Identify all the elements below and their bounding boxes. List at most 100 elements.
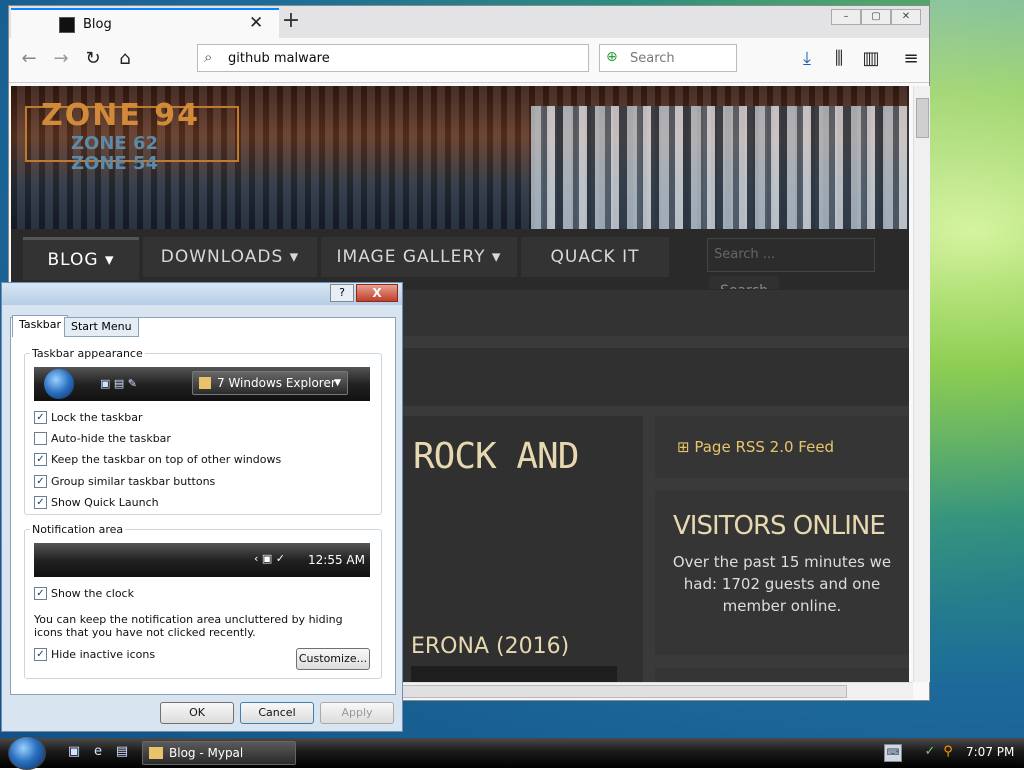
notification-preview: ‹ ▣ ✓ 12:55 AM [34, 543, 370, 577]
start-button[interactable] [8, 736, 46, 770]
library-icon[interactable]: ⫼ [827, 48, 851, 70]
rss-link-label: Page RSS 2.0 Feed [694, 438, 835, 456]
sidebar-icon[interactable]: ▥ [859, 48, 883, 70]
browser-search-box[interactable]: ⊕ Search [599, 44, 737, 72]
menu-icon[interactable]: ≡ [899, 48, 923, 70]
checkbox-label: Lock the taskbar [51, 411, 143, 424]
site-favicon-icon [59, 17, 75, 33]
show-clock-checkbox[interactable]: ✓ Show the clock [34, 586, 134, 601]
city-skyline-image [531, 106, 909, 229]
dropdown-arrow-icon: ▾ [104, 250, 115, 270]
checkbox-box: ✓ [34, 410, 47, 424]
checkbox-label: Show Quick Launch [51, 496, 159, 509]
tab-blog[interactable]: Blog ✕ [11, 8, 279, 38]
reload-icon[interactable]: ↻ [81, 48, 105, 70]
logo-sub-line-1: ZONE 62 [71, 133, 159, 154]
customize-button[interactable]: Customize... [296, 648, 370, 670]
taskbar-appearance-title: Taskbar appearance [30, 347, 145, 360]
site-logo-sub: ZONE 62 ZONE 54 [71, 134, 158, 174]
apply-button[interactable]: Apply [320, 702, 394, 724]
back-icon[interactable]: ← [17, 48, 41, 70]
menu-blog[interactable]: BLOG ▾ [23, 237, 139, 280]
security-tray-icon[interactable]: ✓ [922, 745, 938, 759]
preview-task-button: 7 Windows Explorer ▼ [192, 371, 348, 395]
dialog-close-button[interactable]: X [356, 284, 398, 302]
cancel-button[interactable]: Cancel [240, 702, 314, 724]
checkbox-box: ✓ [34, 452, 47, 466]
new-tab-button[interactable]: + [279, 8, 303, 34]
start-orb-preview-icon [44, 369, 74, 399]
vertical-scrollbar[interactable] [913, 86, 930, 682]
checkbox-label: Show the clock [51, 587, 134, 600]
preview-task-label: 7 Windows Explorer [217, 376, 336, 390]
window-controls: – ▢ ✕ [831, 9, 923, 25]
search-engine-icon: ⊕ [606, 49, 618, 65]
menu-image-gallery-label: IMAGE GALLERY [336, 247, 486, 267]
tab-start-menu[interactable]: Start Menu [64, 317, 139, 337]
tab-taskbar[interactable]: Taskbar [12, 315, 68, 337]
menu-image-gallery[interactable]: IMAGE GALLERY ▾ [321, 237, 517, 277]
menu-downloads[interactable]: DOWNLOADS ▾ [143, 237, 317, 277]
taskbar-clock[interactable]: 7:07 PM [966, 745, 1014, 759]
close-window-button[interactable]: ✕ [891, 9, 921, 25]
taskbar-button-blog-mypal[interactable]: Blog - Mypal [142, 741, 296, 765]
search-tray-icon[interactable]: ⚲ [940, 745, 956, 759]
close-tab-icon[interactable]: ✕ [249, 13, 263, 33]
checkbox-box: ✓ [34, 474, 47, 488]
menu-downloads-label: DOWNLOADS [160, 247, 284, 267]
forward-icon[interactable]: → [49, 48, 73, 70]
checkbox-label: Group similar taskbar buttons [51, 475, 216, 488]
show-quick-launch-checkbox[interactable]: ✓ Show Quick Launch [34, 495, 159, 510]
download-icon[interactable]: ⤓ [795, 48, 819, 70]
post-image [411, 666, 617, 682]
maximize-button[interactable]: ▢ [861, 9, 891, 25]
visitors-widget: VISITORS ONLINE Over the past 15 minutes… [655, 491, 909, 655]
dropdown-arrow-icon: ▾ [491, 247, 502, 267]
sidebar-widget [655, 668, 909, 682]
quick-launch-preview-icons: ▣ ▤ ✎ [100, 377, 137, 390]
checkbox-label: Hide inactive icons [51, 648, 156, 661]
ok-button[interactable]: OK [160, 702, 234, 724]
page-search-input[interactable]: Search ... [707, 238, 875, 272]
taskbar-button-label: Blog - Mypal [169, 746, 244, 760]
auto-hide-checkbox[interactable]: Auto-hide the taskbar [34, 431, 171, 446]
menu-quack-it[interactable]: QUACK IT [521, 237, 669, 277]
hide-inactive-checkbox[interactable]: ✓ Hide inactive icons [34, 647, 156, 662]
taskbar-properties-dialog: ? X Taskbar Start Menu Taskbar appearanc… [1, 282, 403, 732]
show-desktop-icon[interactable]: ▣ [66, 745, 82, 759]
folder-icon [199, 377, 211, 389]
checkbox-label: Auto-hide the taskbar [51, 432, 171, 445]
vertical-scroll-thumb[interactable] [916, 98, 929, 138]
lock-taskbar-checkbox[interactable]: ✓ Lock the taskbar [34, 410, 143, 425]
search-icon: ⌕ [204, 48, 213, 66]
internet-explorer-icon[interactable]: e [90, 745, 106, 759]
url-bar[interactable]: ⌕ github malware [197, 44, 589, 72]
home-icon[interactable]: ⌂ [113, 48, 137, 70]
site-banner: ZONE 94 ZONE 62 ZONE 54 [11, 86, 909, 229]
post-subtitle[interactable]: ERONA (2016) [411, 634, 569, 659]
checkbox-box: ✓ [34, 586, 47, 600]
site-logo[interactable]: ZONE 94 [41, 98, 200, 133]
rss-link[interactable]: ⊞ Page RSS 2.0 Feed [677, 438, 834, 456]
navigation-toolbar: ← → ↻ ⌂ ⌕ github malware ⊕ Search ⤓ ⫼ ▥ … [9, 38, 929, 83]
keep-on-top-checkbox[interactable]: ✓ Keep the taskbar on top of other window… [34, 452, 282, 467]
post-title[interactable]: ROCK AND [413, 436, 579, 477]
language-bar-icon[interactable]: ⌨ [884, 744, 902, 762]
rss-icon: ⊞ [677, 438, 690, 456]
minimize-button[interactable]: – [831, 9, 861, 25]
preview-clock: 12:55 AM [308, 553, 365, 567]
checkbox-box: ✓ [34, 495, 47, 509]
search-placeholder: Search [630, 51, 675, 66]
checkbox-label: Keep the taskbar on top of other windows [51, 453, 282, 466]
menu-blog-label: BLOG [47, 250, 99, 270]
switch-windows-icon[interactable]: ▤ [114, 745, 130, 759]
tray-preview-icons: ‹ ▣ ✓ [254, 552, 286, 565]
dropdown-arrow-icon: ▾ [289, 247, 300, 267]
tab-strip: Blog ✕ + – ▢ ✕ [9, 6, 929, 38]
group-buttons-checkbox[interactable]: ✓ Group similar taskbar buttons [34, 474, 216, 489]
chevron-down-icon: ▼ [334, 378, 341, 388]
checkbox-box [34, 431, 47, 445]
notification-area-title: Notification area [30, 523, 126, 536]
help-button[interactable]: ? [330, 284, 354, 302]
visitors-text: Over the past 15 minutes we had: 1702 gu… [672, 553, 892, 615]
